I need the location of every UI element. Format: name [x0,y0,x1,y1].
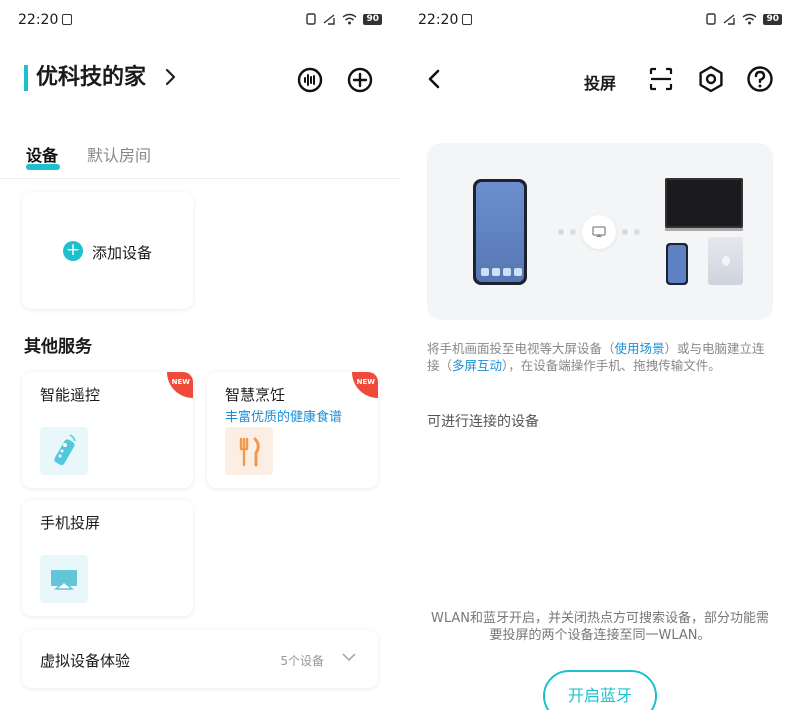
status-time: 22:20 [18,12,59,28]
search-hint: WLAN和蓝牙开启，并关闭热点方可搜索设备，部分功能需要投屏的两个设备连接至同一… [430,611,769,643]
back-icon[interactable] [426,68,442,90]
laptop-illustration [708,237,743,285]
divider [0,178,400,179]
status-time: 22:20 [418,12,459,28]
status-icons: 90 [706,13,782,25]
home-header: 优科技的家 [24,62,376,98]
new-badge: NEW [167,372,193,398]
nfc-icon [306,13,317,25]
plus-icon: + [63,241,83,261]
nfc-icon [706,13,717,25]
chevron-down-icon [342,653,356,662]
tv-illustration [665,178,743,231]
service-subtitle: 丰富优质的健康食谱 [225,410,343,425]
screencast-illustration [427,143,773,320]
scan-icon[interactable] [648,66,674,92]
home-screen: 22:20 90 优科技的家 设备 默认房间 + 添加设备 其他服务 智能遥控 … [0,0,400,710]
description: 将手机画面投至电视等大屏设备（使用场景）或与电脑建立连接（多屏互动），在设备端操… [427,340,777,374]
cast-icon [582,215,616,249]
virtual-device-row[interactable]: 虚拟设备体验 5个设备 [22,630,378,688]
signal-icon [324,14,336,25]
status-bar: 22:20 90 [400,0,800,40]
service-card-cooking[interactable]: 智慧烹饪 丰富优质的健康食谱 NEW [207,372,378,488]
new-badge: NEW [352,372,378,398]
service-name: 智慧烹饪 [225,386,286,404]
status-bar: 22:20 90 [0,0,400,40]
cutlery-icon [225,427,273,475]
enable-bluetooth-button[interactable]: 开启蓝牙 [543,670,657,710]
add-device-card[interactable]: + 添加设备 [22,192,193,309]
wifi-icon [343,13,357,25]
service-card-screencast[interactable]: 手机投屏 [22,500,193,616]
phone-illustration [473,179,527,285]
chevron-right-icon[interactable] [164,68,176,86]
connectable-devices-title: 可进行连接的设备 [427,414,539,430]
small-phone-illustration [666,243,688,285]
virtual-device-label: 虚拟设备体验 [40,652,131,670]
help-icon[interactable] [746,65,774,93]
wifi-icon [743,13,757,25]
multi-screen-link[interactable]: 多屏互动 [452,358,502,373]
sim-icon [62,14,72,25]
add-circle-icon[interactable] [346,66,374,94]
service-name: 手机投屏 [40,514,101,532]
tab-indicator [26,164,60,170]
settings-icon[interactable] [697,65,725,93]
page-title: 投屏 [584,74,617,93]
sim-icon [462,14,472,25]
service-name: 智能遥控 [40,386,101,404]
virtual-device-count: 5个设备 [280,654,324,668]
description-text: 将手机画面投至电视等大屏设备（ [427,341,615,356]
home-title[interactable]: 优科技的家 [24,65,146,91]
voice-icon[interactable] [296,66,324,94]
service-card-remote[interactable]: 智能遥控 NEW [22,372,193,488]
screencast-icon [40,555,88,603]
battery-icon: 90 [363,13,382,25]
status-icons: 90 [306,13,382,25]
description-text: ），在设备端操作手机、拖拽传输文件。 [502,358,721,373]
tab-default-room[interactable]: 默认房间 [87,142,151,166]
remote-control-icon [40,427,88,475]
signal-icon [724,14,736,25]
other-services-title: 其他服务 [24,337,92,357]
add-device-label: 添加设备 [92,244,153,262]
usage-scenario-link[interactable]: 使用场景 [615,341,665,356]
tab-devices[interactable]: 设备 [26,142,58,166]
battery-icon: 90 [763,13,782,25]
